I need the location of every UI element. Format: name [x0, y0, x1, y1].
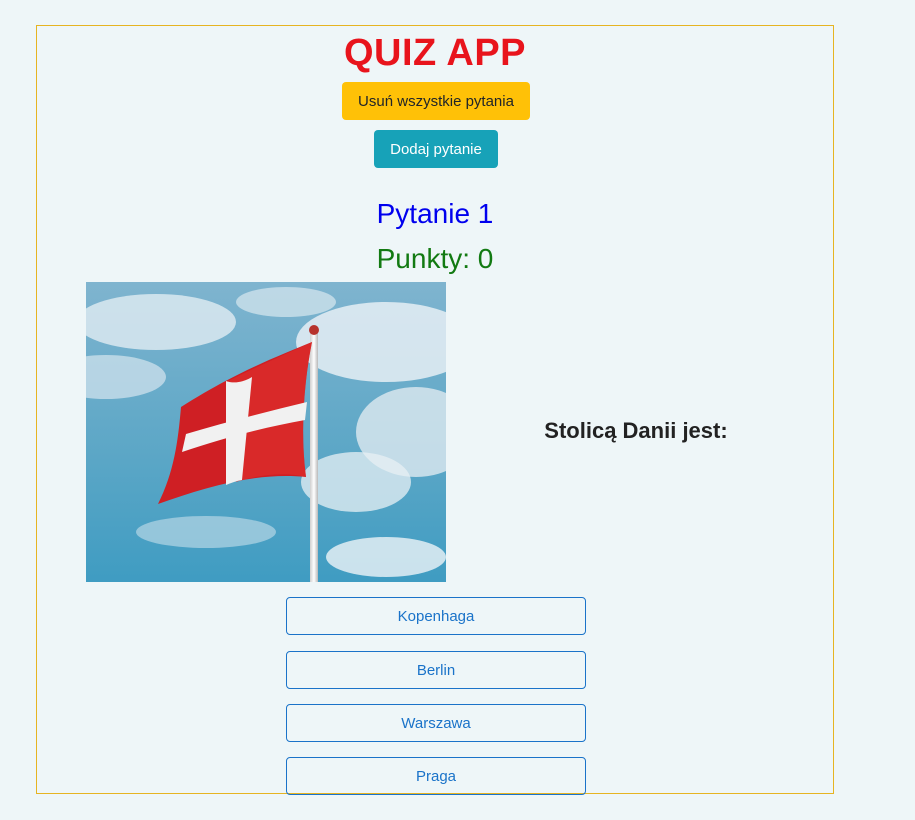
question-text: Stolicą Danii jest: — [544, 418, 728, 443]
app-title: QUIZ APP — [343, 32, 527, 74]
points-display: Punkty: 0 — [376, 243, 494, 274]
question-number: Pytanie 1 — [376, 198, 494, 229]
answer-button-kopenhaga[interactable]: Kopenhaga — [286, 597, 586, 635]
danish-flag-photo-icon — [86, 282, 446, 582]
answer-button-praga[interactable]: Praga — [286, 757, 586, 795]
answer-button-berlin[interactable]: Berlin — [286, 651, 586, 689]
quiz-frame: QUIZ APP Usuń wszystkie pytania Dodaj py… — [36, 25, 834, 795]
add-question-button[interactable]: Dodaj pytanie — [374, 130, 498, 168]
delete-all-questions-button[interactable]: Usuń wszystkie pytania — [342, 82, 530, 120]
answer-button-warszawa[interactable]: Warszawa — [286, 704, 586, 742]
question-image — [86, 282, 446, 582]
